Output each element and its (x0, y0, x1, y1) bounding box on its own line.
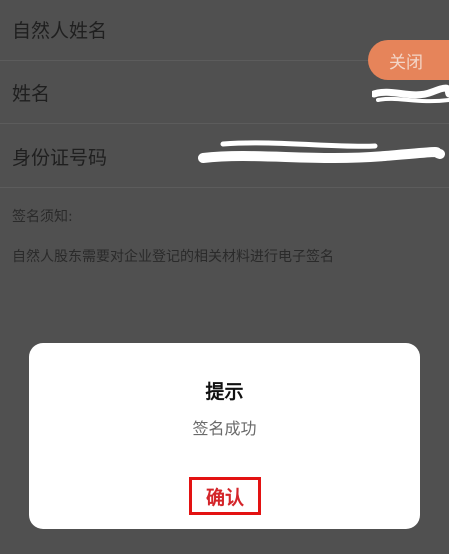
dialog-message: 签名成功 (192, 419, 257, 438)
name-label: 姓名 (12, 82, 51, 105)
alert-dialog: 提示 签名成功 确认 (29, 343, 420, 529)
id-number-label: 身份证号码 (12, 146, 108, 169)
id-number-redaction (198, 140, 445, 163)
natural-person-name-label: 自然人姓名 (12, 19, 108, 42)
close-button[interactable]: 关闭 (368, 40, 449, 80)
signing-notice-text: 自然人股东需要对企业登记的相关材料进行电子签名 (12, 249, 334, 265)
signing-notice-title: 签名须知: (12, 209, 73, 225)
confirm-button[interactable]: 确认 (189, 477, 261, 515)
name-value-redaction (372, 84, 449, 104)
dialog-title: 提示 (205, 381, 244, 403)
